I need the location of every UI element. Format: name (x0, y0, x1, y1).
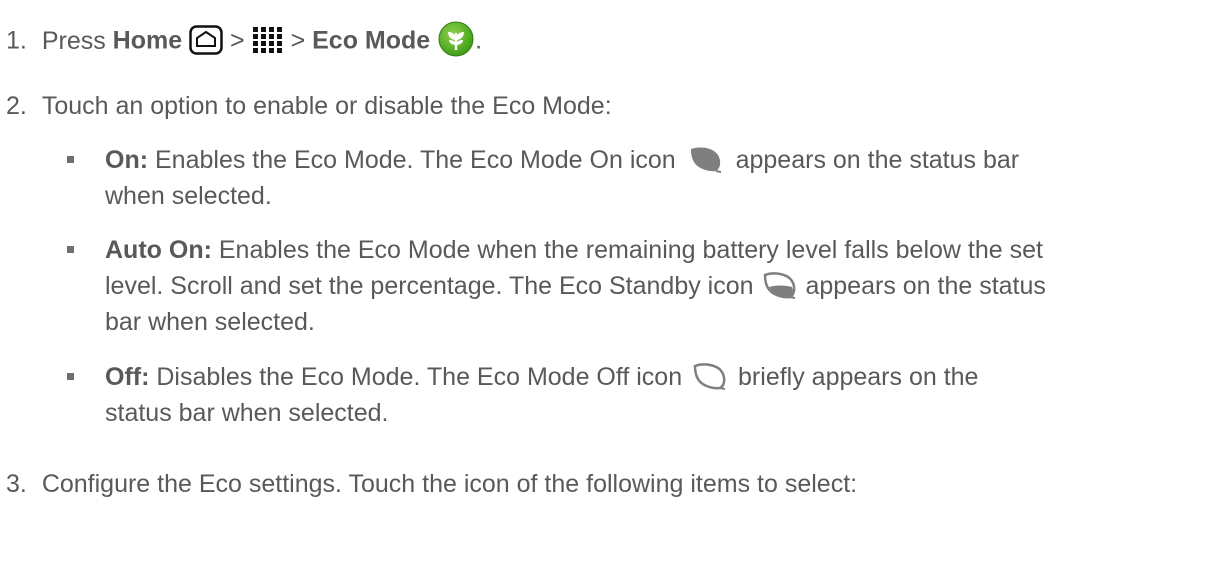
option-text: when selected. (105, 182, 272, 210)
step-text: Press (41, 26, 106, 55)
period: . (475, 26, 483, 55)
leaf-filled-icon (689, 145, 723, 174)
separator: > (230, 26, 245, 55)
option-off-line-1: Off: Disables the Eco Mode. The Eco Mode… (105, 362, 978, 392)
leaf-half-icon (763, 271, 797, 300)
option-text: Enables the Eco Mode when the remaining … (218, 236, 1043, 264)
option-on-line-2: when selected. (105, 181, 272, 211)
option-label: Auto On: (105, 236, 212, 264)
eco-mode-label: Eco Mode (312, 26, 431, 55)
separator: > (290, 26, 306, 55)
bullet (67, 156, 74, 163)
option-text: Enables the Eco Mode. The Eco Mode On ic… (155, 146, 676, 174)
option-text: appears on the status bar (735, 146, 1020, 174)
step-number: 3. (6, 470, 27, 498)
home-icon (189, 25, 223, 55)
eco-mode-app-icon (437, 20, 475, 58)
step-1: 1. Press Home > > Eco Mode . (6, 20, 483, 61)
option-label: Off: (105, 363, 150, 391)
apps-grid-icon (252, 25, 284, 55)
bullet (67, 246, 74, 253)
leaf-outline-icon (693, 362, 727, 391)
step-number: 2. (6, 92, 27, 120)
option-on-line-1: On: Enables the Eco Mode. The Eco Mode O… (105, 145, 1019, 175)
option-text: status bar when selected. (105, 399, 389, 427)
option-auto-line-1: Auto On: Enables the Eco Mode when the r… (105, 235, 1043, 265)
step-3: 3. Configure the Eco settings. Touch the… (6, 469, 857, 499)
option-label: On: (105, 146, 149, 174)
option-auto-line-3: bar when selected. (105, 307, 315, 337)
option-auto-line-2: level. Scroll and set the percentage. Th… (105, 271, 1046, 301)
step-number: 1. (6, 26, 27, 55)
bullet (67, 373, 74, 380)
option-text: Disables the Eco Mode. The Eco Mode Off … (156, 363, 683, 391)
step-text: Touch an option to enable or disable the… (41, 92, 612, 120)
option-text: bar when selected. (105, 308, 315, 336)
option-text: briefly appears on the (738, 363, 979, 391)
option-text: level. Scroll and set the percentage. Th… (105, 272, 754, 300)
step-text: Configure the Eco settings. Touch the ic… (41, 470, 858, 498)
option-text: appears on the status (805, 272, 1046, 300)
step-2: 2. Touch an option to enable or disable … (6, 91, 612, 121)
option-off-line-2: status bar when selected. (105, 398, 389, 428)
home-label: Home (112, 26, 183, 55)
